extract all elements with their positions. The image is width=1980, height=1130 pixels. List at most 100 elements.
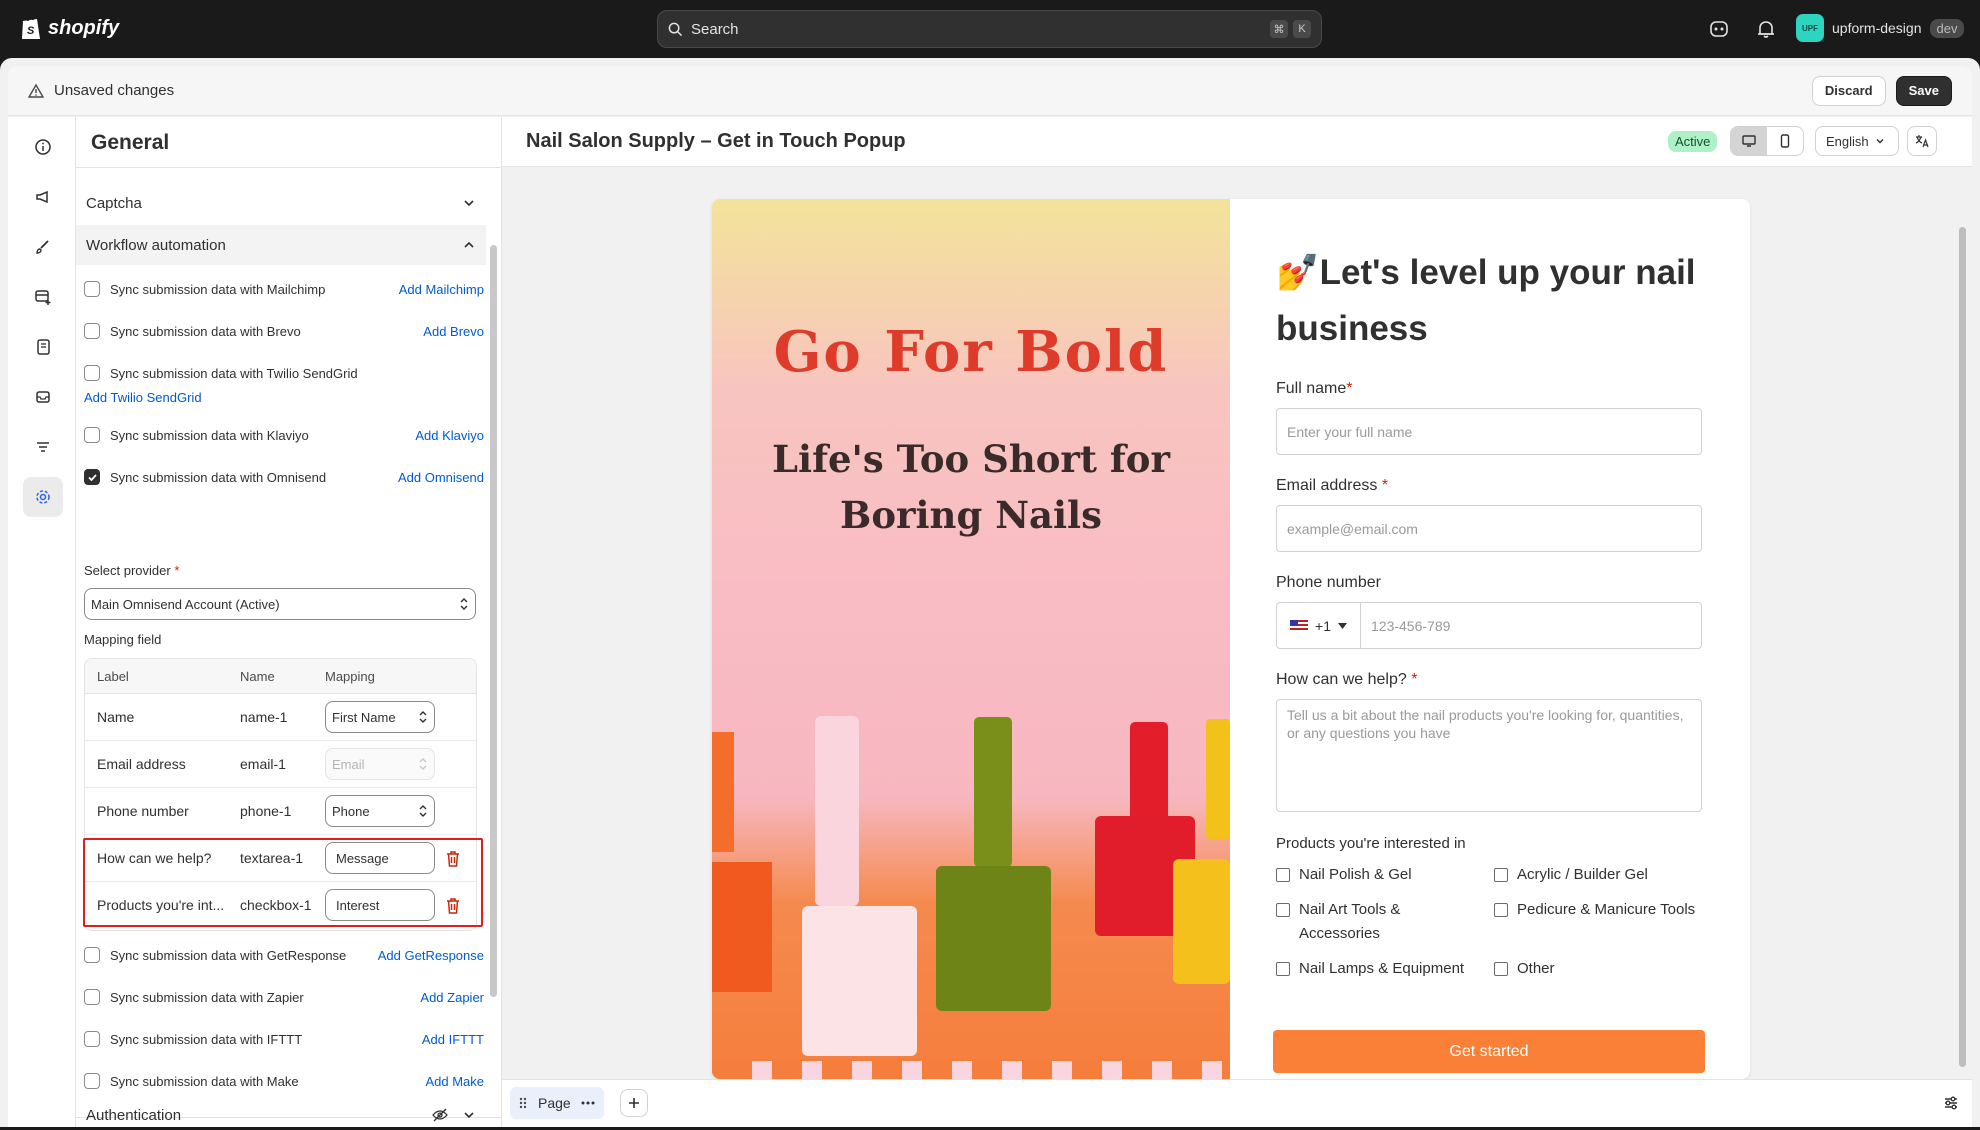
mailchimp-checkbox[interactable]: [84, 281, 100, 297]
product-option[interactable]: Nail Lamps & Equipment: [1276, 957, 1476, 981]
option-checkbox[interactable]: [1494, 962, 1508, 976]
mobile-view-button[interactable]: [1767, 127, 1803, 155]
option-checkbox[interactable]: [1276, 903, 1290, 917]
mapping-value: Phone: [332, 803, 370, 819]
row-name: email-1: [240, 756, 286, 772]
brevo-label: Sync submission data with Brevo: [110, 323, 301, 339]
klaviyo-row: Sync submission data with Klaviyo Add Kl…: [84, 427, 484, 443]
icon-rail: [8, 117, 76, 1127]
user-menu[interactable]: UPF upform-design dev: [1796, 14, 1965, 42]
filter-icon[interactable]: [23, 427, 63, 467]
klaviyo-label: Sync submission data with Klaviyo: [110, 427, 309, 443]
email-input[interactable]: example@email.com: [1276, 505, 1702, 552]
add-ifttt-link[interactable]: Add IFTTT: [422, 1032, 484, 1047]
search-shortcut: ⌘ K: [1270, 20, 1311, 38]
option-checkbox[interactable]: [1276, 962, 1290, 976]
select-provider-text: Select provider: [84, 563, 171, 578]
language-select[interactable]: English: [1815, 126, 1899, 156]
select-arrows-icon: [460, 598, 468, 610]
workflow-accordion[interactable]: Workflow automation: [76, 225, 486, 265]
panel-scrollbar[interactable]: [490, 245, 497, 997]
product-option[interactable]: Nail Art Tools & Accessories: [1276, 898, 1446, 946]
help-textarea[interactable]: Tell us a bit about the nail products yo…: [1276, 699, 1702, 812]
mapping-select[interactable]: Phone: [325, 795, 435, 827]
captcha-accordion[interactable]: Captcha: [76, 183, 486, 223]
product-option[interactable]: Pedicure & Manicure Tools: [1494, 898, 1714, 922]
more-icon[interactable]: [581, 1101, 595, 1105]
make-checkbox[interactable]: [84, 1073, 100, 1089]
ifttt-checkbox[interactable]: [84, 1031, 100, 1047]
row-label: Email address: [97, 756, 186, 772]
provider-value: Main Omnisend Account (Active): [91, 596, 280, 612]
shopify-logo[interactable]: S shopify: [20, 15, 119, 41]
add-zapier-link[interactable]: Add Zapier: [420, 990, 484, 1005]
unsaved-message: Unsaved changes: [54, 82, 175, 99]
brevo-checkbox[interactable]: [84, 323, 100, 339]
translate-button[interactable]: [1907, 126, 1937, 156]
sendgrid-checkbox[interactable]: [84, 365, 100, 381]
preview-scrollbar[interactable]: [1959, 227, 1966, 1067]
getresponse-checkbox[interactable]: [84, 947, 100, 963]
select-arrows-icon: [419, 805, 427, 817]
add-omnisend-link[interactable]: Add Omnisend: [398, 470, 484, 485]
layout-add-icon[interactable]: [23, 277, 63, 317]
option-checkbox[interactable]: [1276, 868, 1290, 882]
add-sendgrid-link[interactable]: Add Twilio SendGrid: [84, 390, 202, 405]
inbox-icon[interactable]: [23, 377, 63, 417]
brevo-row: Sync submission data with Brevo Add Brev…: [84, 323, 484, 339]
eye-off-icon[interactable]: [432, 1108, 448, 1122]
megaphone-icon[interactable]: [23, 177, 63, 217]
add-getresponse-link[interactable]: Add GetResponse: [378, 948, 484, 963]
brush-icon[interactable]: [23, 227, 63, 267]
mailchimp-label: Sync submission data with Mailchimp: [110, 281, 326, 297]
product-option[interactable]: Acrylic / Builder Gel: [1494, 863, 1714, 887]
form-icon[interactable]: [23, 327, 63, 367]
sidekick-icon[interactable]: [1708, 18, 1730, 40]
page-tab[interactable]: Page: [510, 1087, 604, 1119]
drag-handle-icon[interactable]: [518, 1096, 528, 1110]
add-page-button[interactable]: [620, 1089, 648, 1117]
chevron-down-icon: [464, 1112, 474, 1119]
highlight-box: [83, 838, 483, 927]
make-row: Sync submission data with Make Add Make: [84, 1073, 484, 1089]
option-checkbox[interactable]: [1494, 903, 1508, 917]
add-make-link[interactable]: Add Make: [425, 1074, 484, 1089]
add-brevo-link[interactable]: Add Brevo: [423, 324, 484, 339]
klaviyo-checkbox[interactable]: [84, 427, 100, 443]
option-checkbox[interactable]: [1494, 868, 1508, 882]
authentication-accordion[interactable]: Authentication: [76, 1100, 486, 1130]
settings-gear-icon[interactable]: [23, 477, 63, 517]
zapier-row: Sync submission data with Zapier Add Zap…: [84, 989, 484, 1005]
full-name-input[interactable]: Enter your full name: [1276, 408, 1702, 455]
phone-input[interactable]: +1 123-456-789: [1276, 602, 1702, 649]
table-row: Email address email-1 Email: [85, 741, 476, 788]
mapping-select[interactable]: First Name: [325, 701, 435, 733]
add-klaviyo-link[interactable]: Add Klaviyo: [415, 428, 484, 443]
country-code-select[interactable]: +1: [1277, 603, 1361, 648]
add-mailchimp-link[interactable]: Add Mailchimp: [399, 282, 484, 297]
get-started-button[interactable]: Get started: [1273, 1030, 1705, 1073]
row-label: Phone number: [97, 803, 189, 819]
unsaved-changes-bar: Unsaved changes Discard Save: [8, 66, 1972, 116]
omnisend-checkbox[interactable]: [84, 469, 100, 485]
status-badge: Active: [1668, 131, 1718, 152]
product-option[interactable]: Other: [1494, 957, 1714, 981]
search-bar[interactable]: Search ⌘ K: [657, 10, 1322, 48]
warning-icon: [28, 83, 44, 98]
zapier-checkbox[interactable]: [84, 989, 100, 1005]
option-label: Nail Art Tools & Accessories: [1299, 901, 1401, 942]
country-code: +1: [1315, 617, 1331, 634]
info-icon[interactable]: [23, 127, 63, 167]
sendgrid-label: Sync submission data with Twilio SendGri…: [110, 365, 358, 381]
preview-settings-button[interactable]: [1937, 1089, 1965, 1117]
discard-button[interactable]: Discard: [1811, 75, 1886, 106]
save-button[interactable]: Save: [1895, 75, 1952, 106]
desktop-view-button[interactable]: [1731, 127, 1767, 155]
row-name: name-1: [240, 709, 288, 725]
ifttt-label: Sync submission data with IFTTT: [110, 1031, 303, 1047]
provider-select[interactable]: Main Omnisend Account (Active): [84, 588, 476, 620]
captcha-label: Captcha: [86, 194, 142, 212]
product-option[interactable]: Nail Polish & Gel: [1276, 863, 1446, 887]
preview-header: Nail Salon Supply – Get in Touch Popup A…: [502, 117, 1972, 167]
bell-icon[interactable]: [1755, 18, 1777, 40]
